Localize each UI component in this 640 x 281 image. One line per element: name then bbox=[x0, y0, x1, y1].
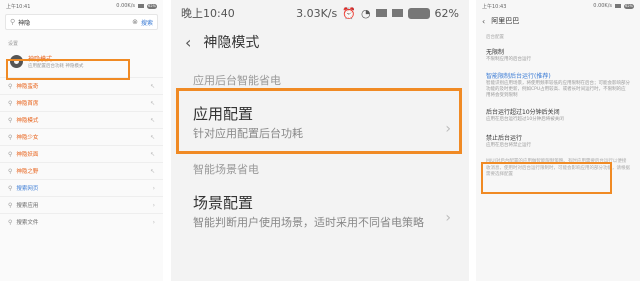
search-files-item[interactable]: ⚲ 搜索文件 › bbox=[0, 213, 163, 230]
search-input[interactable]: 神隐 bbox=[18, 18, 129, 27]
status-time: 晚上10:40 bbox=[181, 7, 235, 20]
suggestion-label: 神隐少女 bbox=[16, 135, 39, 141]
network-speed: 0.00K/s bbox=[593, 3, 612, 9]
suggestion-label: 搜索网页 bbox=[16, 186, 39, 192]
search-icon: ⚲ bbox=[8, 150, 13, 158]
signal-icon bbox=[391, 9, 403, 17]
status-bar: 上午10:41 0.00K/s 62% bbox=[0, 0, 163, 12]
row-title: 场景配置 bbox=[193, 194, 254, 212]
page-title: 神隐模式 bbox=[203, 35, 260, 51]
app-background-config-screen: 上午10:43 0.00K/s 62% ‹ 阿里巴巴 后台配置 无限制 不限制应… bbox=[476, 0, 640, 281]
highlight-box bbox=[6, 59, 130, 80]
battery-icon: 62% bbox=[624, 3, 634, 9]
highlight-box bbox=[481, 162, 612, 194]
arrow-icon: ↖ bbox=[149, 82, 155, 90]
option-title: 后台运行超过10分钟后关闭 bbox=[486, 109, 560, 116]
alarm-icon: ⏰ bbox=[342, 6, 356, 20]
title-bar: ‹ 阿里巴巴 bbox=[476, 12, 640, 30]
arrow-icon: › bbox=[152, 184, 155, 192]
arrow-icon: ↖ bbox=[149, 133, 155, 141]
row-subtitle: 智能判断用户使用场景，适时采用不同省电策略 bbox=[193, 216, 424, 229]
group-header: 后台配置 bbox=[486, 35, 504, 40]
arrow-icon: › bbox=[152, 201, 155, 209]
arrow-icon: ↖ bbox=[149, 99, 155, 107]
close-icon[interactable]: ⊗ bbox=[132, 18, 138, 26]
signal-icon bbox=[615, 4, 621, 8]
search-icon: ⚲ bbox=[10, 18, 16, 26]
search-bar: ⚲ 神隐 ⊗ 搜索 bbox=[5, 14, 158, 30]
wifi-icon: ◔ bbox=[360, 6, 371, 20]
option-title: 无限制 bbox=[486, 49, 505, 56]
option-title: 禁止后台运行 bbox=[486, 135, 523, 142]
scene-config-row[interactable]: 场景配置 智能判断用户使用场景，适时采用不同省电策略 › bbox=[171, 184, 469, 238]
option-subtitle: 应用在后台将禁止运行 bbox=[486, 143, 531, 148]
search-button[interactable]: 搜索 bbox=[141, 18, 153, 27]
suggestion-label: 神隐首席 bbox=[16, 101, 39, 107]
signal-icon bbox=[138, 4, 144, 8]
suggestion-item[interactable]: ⚲ 神隐妖面 ↖ bbox=[0, 145, 163, 162]
suggestion-label: 神隐蛮奇 bbox=[16, 84, 39, 90]
arrow-icon: › bbox=[152, 218, 155, 226]
signal-icon bbox=[375, 9, 387, 17]
option-unrestricted[interactable]: 无限制 不限制应用的后台运行 bbox=[476, 43, 640, 67]
option-subtitle: 不限制应用的后台运行 bbox=[486, 57, 531, 62]
suggestion-item[interactable]: ⚲ 神隐少女 ↖ bbox=[0, 128, 163, 145]
search-icon: ⚲ bbox=[8, 167, 13, 175]
status-bar: 上午10:43 0.00K/s 62% bbox=[476, 0, 640, 12]
suggestion-label: 神隐妖面 bbox=[16, 152, 39, 158]
status-bar: 晚上10:40 3.03K/s ⏰ ◔ 62% bbox=[171, 0, 469, 26]
option-title: 智能限制后台运行(推荐) bbox=[486, 73, 551, 80]
section-label-settings: 设置 bbox=[8, 41, 19, 47]
search-icon: ⚲ bbox=[8, 116, 13, 124]
network-speed: 3.03K/s bbox=[296, 6, 338, 20]
search-screen: 上午10:41 0.00K/s 62% ⚲ 神隐 ⊗ 搜索 设置 神隐模式 应用… bbox=[0, 0, 163, 281]
search-icon: ⚲ bbox=[8, 133, 13, 141]
title-bar: ‹ 神隐模式 bbox=[171, 26, 469, 58]
option-subtitle: 应用在后台运行超过10分钟后将被关闭 bbox=[486, 117, 564, 122]
search-icon: ⚲ bbox=[8, 99, 13, 107]
back-icon[interactable]: ‹ bbox=[185, 33, 191, 52]
status-time: 上午10:41 bbox=[6, 3, 31, 10]
group-header-scene-saving: 智能场景省电 bbox=[193, 163, 259, 176]
search-web-item[interactable]: ⚲ 搜索网页 › bbox=[0, 179, 163, 196]
search-apps-item[interactable]: ⚲ 搜索应用 › bbox=[0, 196, 163, 213]
search-icon: ⚲ bbox=[8, 82, 13, 90]
search-icon: ⚲ bbox=[8, 201, 13, 209]
page-title: 阿里巴巴 bbox=[491, 17, 520, 25]
suggestion-item[interactable]: ⚲ 神隐之野 ↖ bbox=[0, 162, 163, 179]
suggestion-item[interactable]: ⚲ 神隐模式 ↖ bbox=[0, 111, 163, 128]
battery-percent: 62% bbox=[434, 6, 459, 20]
arrow-icon: ↖ bbox=[149, 150, 155, 158]
suggestion-label: 搜索应用 bbox=[16, 203, 39, 209]
suggestion-label: 神隐模式 bbox=[16, 118, 39, 124]
option-close-after-10min[interactable]: 后台运行超过10分钟后关闭 应用在后台运行超过10分钟后将被关闭 bbox=[476, 103, 640, 127]
back-icon[interactable]: ‹ bbox=[482, 17, 485, 26]
option-smart-restrict[interactable]: 智能限制后台运行(推荐) 智能识别应用场景，将使用频率较低的应用限制在后台；可能… bbox=[476, 67, 640, 103]
battery-icon bbox=[407, 7, 430, 19]
option-forbid-background[interactable]: 禁止后台运行 应用在后台将禁止运行 bbox=[476, 127, 640, 153]
arrow-icon: ↖ bbox=[149, 116, 155, 124]
option-subtitle: 智能识别应用场景，将使用频率较低的应用限制在后台；可能会影响部分功能的及时更新，… bbox=[486, 81, 630, 98]
network-speed: 0.00K/s bbox=[116, 3, 135, 9]
search-icon: ⚲ bbox=[8, 184, 13, 192]
battery-icon: 62% bbox=[147, 3, 157, 9]
suggestion-label: 搜索文件 bbox=[16, 220, 39, 226]
suggestion-item[interactable]: ⚲ 神隐首席 ↖ bbox=[0, 94, 163, 111]
chevron-right-icon: › bbox=[445, 210, 451, 226]
search-icon: ⚲ bbox=[8, 218, 13, 226]
status-time: 上午10:43 bbox=[482, 3, 507, 10]
arrow-icon: ↖ bbox=[149, 167, 155, 175]
suggestion-list: ⚲ 神隐蛮奇 ↖ ⚲ 神隐首席 ↖ ⚲ 神隐模式 ↖ ⚲ 神隐少女 ↖ ⚲ 神隐妖面 ↖ ⚲ 神隐之野… bbox=[0, 77, 163, 230]
highlight-box bbox=[176, 88, 462, 154]
suggestion-label: 神隐之野 bbox=[16, 169, 39, 175]
